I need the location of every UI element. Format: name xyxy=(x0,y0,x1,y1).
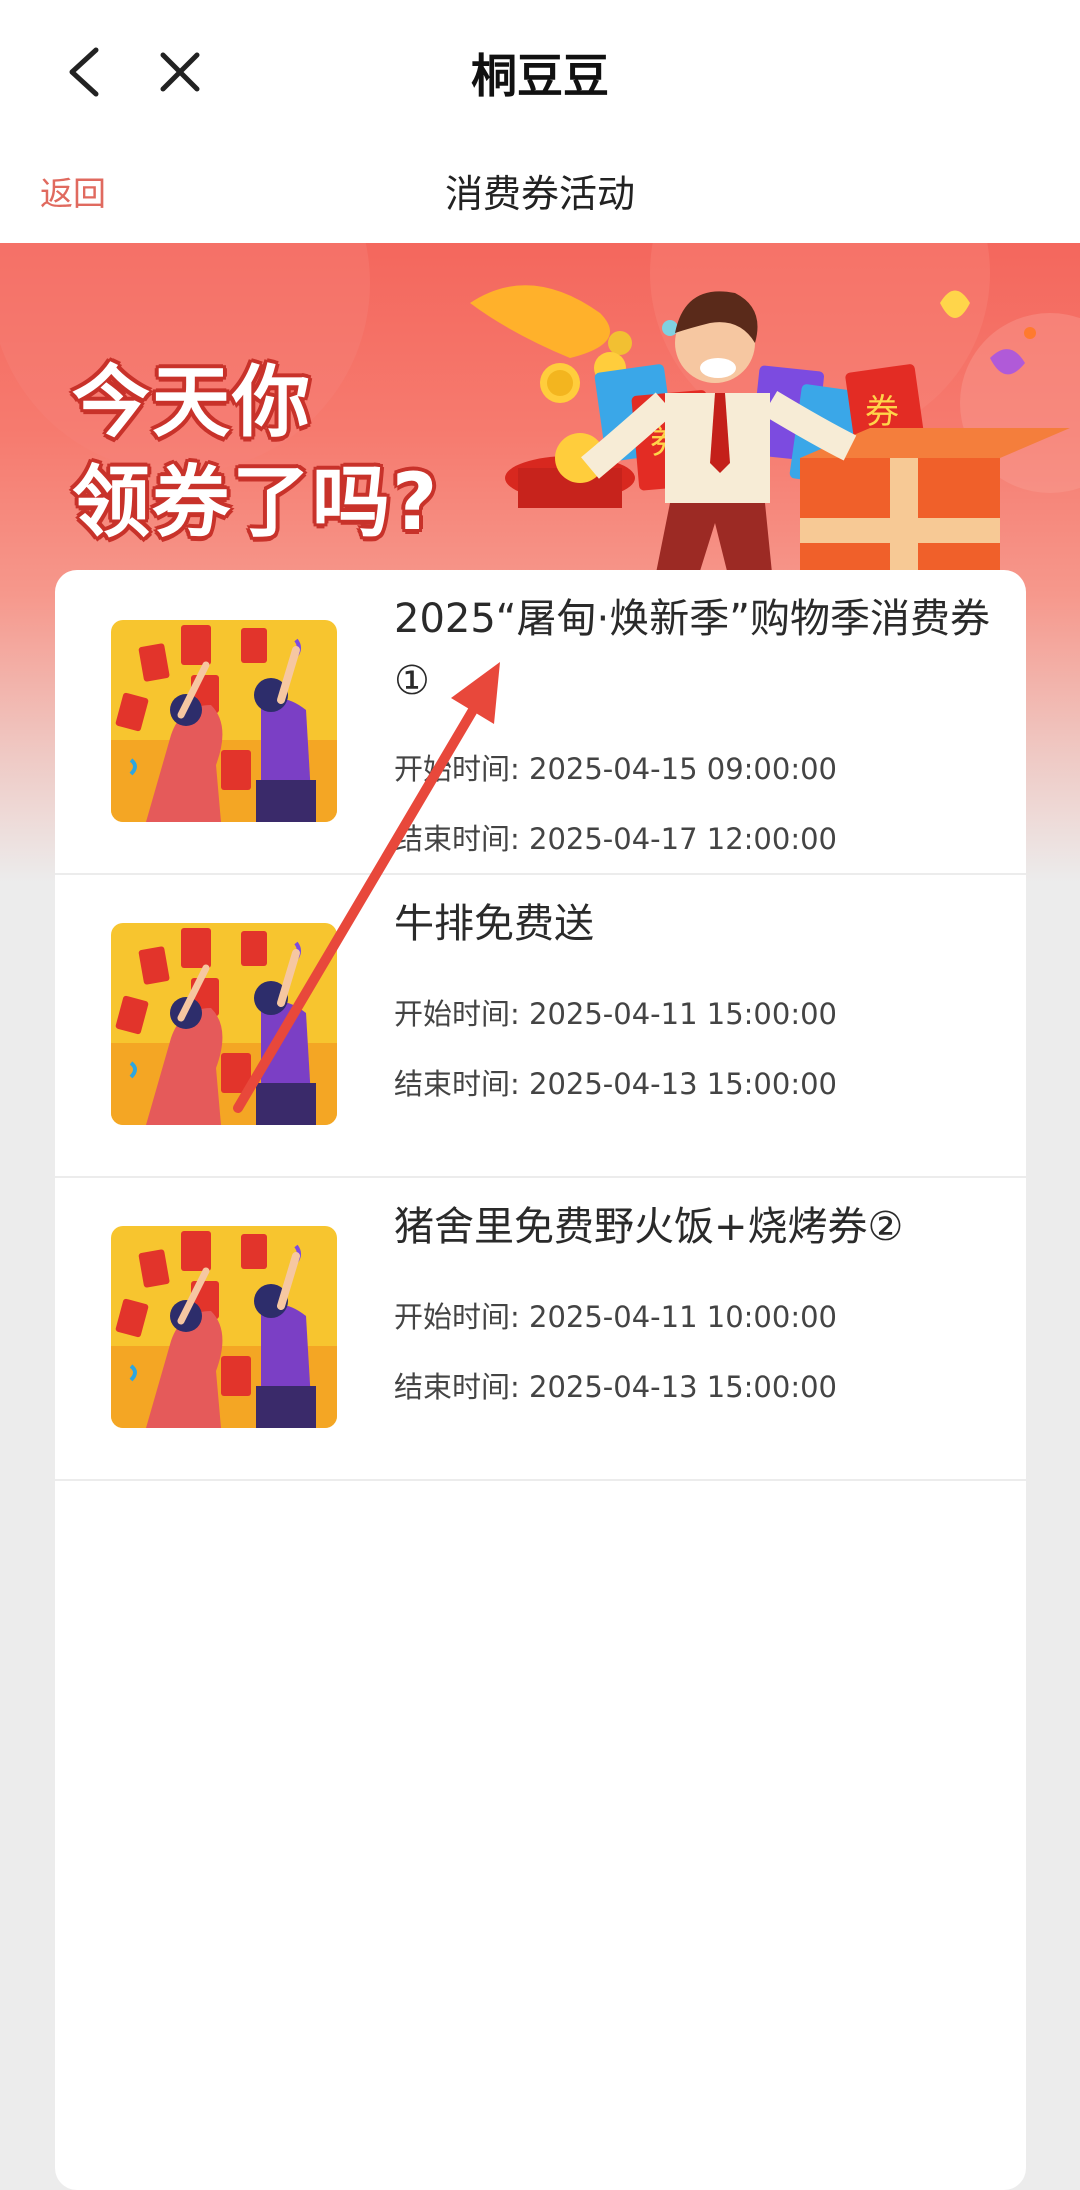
start-time-label: 开始时间: xyxy=(394,752,520,786)
start-time-value: 2025-04-11 10:00:00 xyxy=(529,1300,837,1334)
list-item[interactable]: 2025“屠甸·焕新季”购物季消费券① 开始时间: 2025-04-15 09:… xyxy=(55,570,1026,875)
end-time-value: 2025-04-13 15:00:00 xyxy=(529,1067,837,1101)
slogan-line-2: 领券了吗? xyxy=(72,458,440,548)
end-time-label: 结束时间: xyxy=(394,822,520,856)
start-time-label: 开始时间: xyxy=(394,997,520,1031)
coupon-name: 2025“屠甸·焕新季”购物季消费券① xyxy=(394,596,990,704)
list-item[interactable]: 牛排免费送 开始时间: 2025-04-11 15:00:00 结束时间: 20… xyxy=(55,873,1026,1178)
slogan-line-1: 今天你 xyxy=(72,358,313,448)
start-time: 开始时间: 2025-04-11 15:00:00 xyxy=(394,991,837,1033)
coupon-thumbnail xyxy=(111,923,337,1125)
app-title: 桐豆豆 xyxy=(471,49,609,103)
end-time-value: 2025-04-13 15:00:00 xyxy=(529,1370,837,1404)
banner-slogan: 今天你 领券了吗? xyxy=(72,353,439,553)
coupon-thumbnail xyxy=(111,620,337,822)
end-time: 结束时间: 2025-04-13 15:00:00 xyxy=(394,1061,837,1103)
end-time-label: 结束时间: xyxy=(394,1370,520,1404)
coupon-name: 牛排免费送 xyxy=(394,901,594,947)
coupon-thumbnail xyxy=(111,1226,337,1428)
coupon-name: 猪舍里免费野火饭+烧烤券② xyxy=(394,1204,904,1250)
coupon-list: 2025“屠甸·焕新季”购物季消费券① 开始时间: 2025-04-15 09:… xyxy=(55,570,1026,2190)
end-time-value: 2025-04-17 12:00:00 xyxy=(529,822,837,856)
start-time: 开始时间: 2025-04-11 10:00:00 xyxy=(394,1294,837,1336)
sub-header: 返回 消费券活动 xyxy=(0,145,1080,243)
man-with-coupons-illustration: 券 券 xyxy=(470,285,1070,603)
list-item[interactable]: 猪舍里免费野火饭+烧烤券② 开始时间: 2025-04-11 10:00:00 … xyxy=(55,1176,1026,1481)
coupon-glyph: 券 xyxy=(865,392,899,432)
page-title: 消费券活动 xyxy=(444,172,635,216)
start-time-value: 2025-04-15 09:00:00 xyxy=(529,752,837,786)
start-time-label: 开始时间: xyxy=(394,1300,520,1334)
start-time: 开始时间: 2025-04-15 09:00:00 xyxy=(394,746,837,788)
start-time-value: 2025-04-11 15:00:00 xyxy=(529,997,837,1031)
app-bar: 桐豆豆 xyxy=(0,0,1080,145)
end-time-label: 结束时间: xyxy=(394,1067,520,1101)
end-time: 结束时间: 2025-04-17 12:00:00 xyxy=(394,816,837,858)
end-time: 结束时间: 2025-04-13 15:00:00 xyxy=(394,1364,837,1406)
